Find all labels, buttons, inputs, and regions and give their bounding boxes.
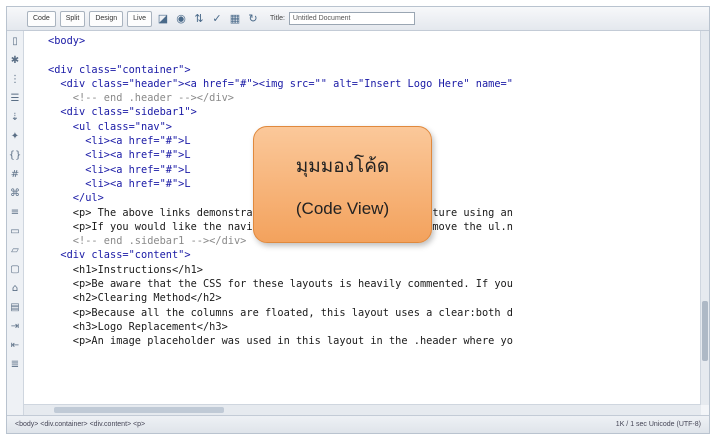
refresh-icon[interactable]: ↻ <box>246 12 260 26</box>
code-line[interactable]: <h3>Logo Replacement</h3> <box>24 320 701 334</box>
vertical-scrollbar[interactable] <box>700 31 709 405</box>
apply-comment-icon[interactable]: ▭ <box>10 227 19 237</box>
code-line[interactable] <box>24 48 701 62</box>
code-line[interactable]: <div class="sidebar1"> <box>24 105 701 119</box>
status-bar: <body> <div.container> <div.content> <p>… <box>7 415 709 433</box>
code-line[interactable]: <p>Because all the columns are floated, … <box>24 306 701 320</box>
expand-all-icon[interactable]: ⇣ <box>11 113 19 123</box>
move-css-icon[interactable]: ▤ <box>10 303 19 313</box>
visual-aids-icon[interactable]: ▦ <box>228 12 242 26</box>
highlight-invalid-code-icon[interactable]: ⌘ <box>10 189 20 199</box>
code-line[interactable]: <p>Be aware that the CSS for these layou… <box>24 277 701 291</box>
code-line[interactable]: <h2>Clearing Method</h2> <box>24 291 701 305</box>
document-toolbar: Code Split Design Live ◪ ◉ ⇅ ✓ ▦ ↻ Title… <box>7 7 709 31</box>
status-info: 1K / 1 sec Unicode (UTF-8) <box>615 421 701 428</box>
horizontal-scrollbar[interactable] <box>24 404 701 415</box>
split-view-button[interactable]: Split <box>59 10 86 27</box>
multiscreen-icon[interactable]: ◪ <box>156 12 170 26</box>
coding-toolbar: ▯ ✱ ⋮ ☰ ⇣ ✦ {} # ⌘ ≡ ▭ ▱ ▢ ⌂ ▤ ⇥ ⇤ ≣ <box>7 31 24 415</box>
collapse-tag-icon[interactable]: ⋮ <box>10 75 20 85</box>
code-view-callout: มุมมองโค้ด (Code View) <box>253 126 432 243</box>
code-line[interactable]: <body> <box>24 34 701 48</box>
callout-title: มุมมองโค้ด <box>295 154 390 177</box>
syntax-error-icon[interactable]: ≡ <box>11 208 19 218</box>
format-source-icon[interactable]: ≣ <box>11 360 19 370</box>
collapse-selection-icon[interactable]: ☰ <box>11 94 20 104</box>
design-view-button[interactable]: Design <box>89 10 124 27</box>
open-documents-icon[interactable]: ▯ <box>12 37 18 47</box>
balance-braces-icon[interactable]: {} <box>9 151 22 161</box>
code-line[interactable]: <h1>Instructions</h1> <box>24 263 701 277</box>
code-line[interactable]: <p>An image placeholder was used in this… <box>24 334 701 348</box>
code-view-button[interactable]: Code <box>27 10 56 27</box>
remove-comment-icon[interactable]: ▱ <box>11 246 19 256</box>
indent-code-icon[interactable]: ⇥ <box>11 322 19 332</box>
document-title-input[interactable]: Untitled Document <box>288 12 415 25</box>
title-label: Title: <box>270 15 285 22</box>
code-line[interactable]: <div class="content"> <box>24 248 701 262</box>
code-line[interactable]: <div class="container"> <box>24 63 701 77</box>
tag-selector-breadcrumb[interactable]: <body> <div.container> <div.content> <p> <box>15 421 145 428</box>
callout-subtitle: (Code View) <box>295 198 390 218</box>
horizontal-scroll-thumb[interactable] <box>54 407 224 413</box>
line-numbers-icon[interactable]: # <box>11 170 19 180</box>
code-line[interactable]: <!-- end .header --></div> <box>24 91 701 105</box>
code-line[interactable]: <div class="header"><a href="#"><img src… <box>24 77 701 91</box>
show-code-navigator-icon[interactable]: ✱ <box>11 56 19 66</box>
wrap-tag-icon[interactable]: ▢ <box>10 265 19 275</box>
outdent-code-icon[interactable]: ⇤ <box>11 341 19 351</box>
file-management-icon[interactable]: ⇅ <box>192 12 206 26</box>
preview-browser-icon[interactable]: ◉ <box>174 12 188 26</box>
select-parent-tag-icon[interactable]: ✦ <box>11 132 19 142</box>
vertical-scroll-thumb[interactable] <box>702 301 708 361</box>
live-view-button[interactable]: Live <box>127 10 152 27</box>
check-page-icon[interactable]: ✓ <box>210 12 224 26</box>
recent-snippets-icon[interactable]: ⌂ <box>12 284 18 294</box>
